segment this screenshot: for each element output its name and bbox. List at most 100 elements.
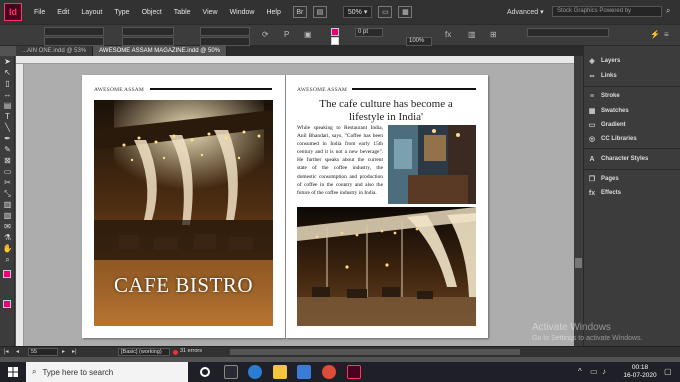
panel-swatches[interactable]: ▦ Swatches [587,107,629,115]
type-tool-icon[interactable]: T [0,111,15,122]
panel-character-styles[interactable]: A Character Styles [587,155,648,163]
zoom-tool-icon[interactable]: ⌕ [0,254,15,265]
page-number-field[interactable]: 55 [28,348,58,356]
scale-y-field[interactable] [200,37,250,46]
screen-mode-icon[interactable]: ▭ [378,6,393,18]
tab-main-one[interactable]: ...AIN ONE.indd @ 53% [16,46,94,56]
free-transform-tool-icon[interactable]: ⤡ [0,188,15,199]
arrange-documents-icon[interactable]: ▦ [398,6,413,18]
status-bar: |◂ ◂ 55 ▸ ▸| [Basic] (working) 31 errors [0,346,680,357]
fx-icon[interactable]: fx [445,30,451,39]
indesign-taskbar-icon[interactable] [347,365,361,379]
cafe-terrace-photo[interactable] [297,207,476,326]
panel-pages[interactable]: ❐ Pages [587,175,619,183]
last-page-icon[interactable]: ▸| [72,348,77,355]
panel-label: Stroke [601,93,620,99]
fill-swatch[interactable] [331,28,339,36]
vertical-scrollbar[interactable] [574,56,583,346]
hand-tool-icon[interactable]: ✋ [0,243,15,254]
direct-selection-tool-icon[interactable]: ↖ [0,67,15,78]
cortana-icon[interactable] [200,367,210,377]
layers-icon: ◈ [589,58,595,65]
panel-stroke[interactable]: ≡ Stroke [587,92,620,100]
panel-layers[interactable]: ◈ Layers [587,57,620,65]
store-icon[interactable] [297,365,311,379]
panel-menu-icon[interactable]: ≡ [664,30,669,39]
clock-date[interactable]: 16-07-2020 [620,372,660,379]
effects-icon: fx [588,189,596,197]
menu-object[interactable]: Object [136,9,168,16]
edge-icon[interactable] [248,365,262,379]
task-view-icon[interactable] [224,365,238,379]
taskbar-search-input[interactable]: ⌕ Type here to search [26,362,188,382]
content-collector-icon[interactable]: ▤ [0,100,15,111]
zoom-select[interactable]: 50% ▾ [342,6,373,18]
stroke-swatch[interactable] [331,37,339,45]
stroke-weight-field[interactable]: 0 pt [355,28,383,37]
quick-apply-icon[interactable]: ⚡ [650,30,660,39]
object-style-select[interactable] [527,28,609,37]
tab-awesome-assam-magazine[interactable]: AWESOME ASSAM MAGAZINE.indd @ 50% [93,46,228,56]
menu-table[interactable]: Table [168,9,197,16]
start-button[interactable] [0,362,26,382]
y-position-field[interactable] [44,37,104,46]
note-tool-icon[interactable]: ✉ [0,221,15,232]
menu-window[interactable]: Window [224,9,261,16]
page-tool-icon[interactable]: ▯ [0,78,15,89]
menu-view[interactable]: View [197,9,224,16]
text-wrap-icon[interactable]: ▥ [468,30,476,39]
menu-edit[interactable]: Edit [51,9,75,16]
rectangle-tool-icon[interactable]: ▭ [0,166,15,177]
opacity-field[interactable]: 100% [406,37,432,46]
stock-search-input[interactable]: Stock Graphics Powered by [552,6,662,17]
vertical-scroll-thumb[interactable] [575,258,582,268]
pen-tool-icon[interactable]: ✒ [0,133,15,144]
bridge-icon[interactable]: Br [292,6,307,18]
panel-gradient[interactable]: ▭ Gradient [587,121,626,129]
cafe-interior-photo[interactable] [388,125,476,204]
menu-file[interactable]: File [28,9,51,16]
x-position-field[interactable] [44,27,104,36]
line-tool-icon[interactable]: ╲ [0,122,15,133]
preflight-errors[interactable]: 31 errors [180,348,202,354]
workspace-switcher[interactable]: Advanced ▾ [507,8,544,16]
gap-tool-icon[interactable]: ↔ [0,89,15,100]
windows-logo-icon [8,367,18,377]
gradient-feather-tool-icon[interactable]: ▧ [0,210,15,221]
next-page-icon[interactable]: ▸ [62,348,65,355]
select-container-icon[interactable]: ▣ [304,30,312,39]
panel-cc-libraries[interactable]: ◎ CC Libraries [587,135,637,143]
clock-time[interactable]: 00:18 [620,364,660,371]
menu-layout[interactable]: Layout [75,9,108,16]
menu-type[interactable]: Type [108,9,135,16]
fitting-icon[interactable]: ⊞ [490,30,497,39]
first-page-icon[interactable]: |◂ [4,348,9,355]
panel-effects[interactable]: fx Effects [587,189,621,197]
flip-icon[interactable]: P [284,30,289,39]
scissors-tool-icon[interactable]: ✂ [0,177,15,188]
rotate-icon[interactable]: ⟳ [262,30,269,39]
volume-icon[interactable]: ♪ [602,367,606,376]
width-field[interactable] [122,27,174,36]
horizontal-scrollbar[interactable] [230,349,520,355]
tray-chevron-icon[interactable]: ^ [578,367,582,376]
prev-page-icon[interactable]: ◂ [16,348,19,355]
panel-links[interactable]: ∞ Links [587,72,617,80]
view-options-icon[interactable]: ▤ [312,6,327,18]
notifications-icon[interactable]: ▢ [664,367,672,376]
file-explorer-icon[interactable] [273,365,287,379]
fill-color-icon[interactable] [3,270,11,278]
rectangle-frame-tool-icon[interactable]: ⊠ [0,155,15,166]
pencil-tool-icon[interactable]: ✎ [0,144,15,155]
battery-icon[interactable]: ▭ [590,367,598,376]
preflight-profile-select[interactable]: [Basic] (working) [118,348,170,356]
search-icon[interactable]: ⌕ [666,6,670,16]
menu-help[interactable]: Help [260,9,286,16]
eyedropper-tool-icon[interactable]: ⚗ [0,232,15,243]
selection-tool-icon[interactable]: ➤ [0,56,15,67]
chrome-icon[interactable] [322,365,336,379]
scale-x-field[interactable] [200,27,250,36]
stroke-color-icon[interactable] [3,300,11,308]
gradient-tool-icon[interactable]: ▥ [0,199,15,210]
height-field[interactable] [122,37,174,46]
